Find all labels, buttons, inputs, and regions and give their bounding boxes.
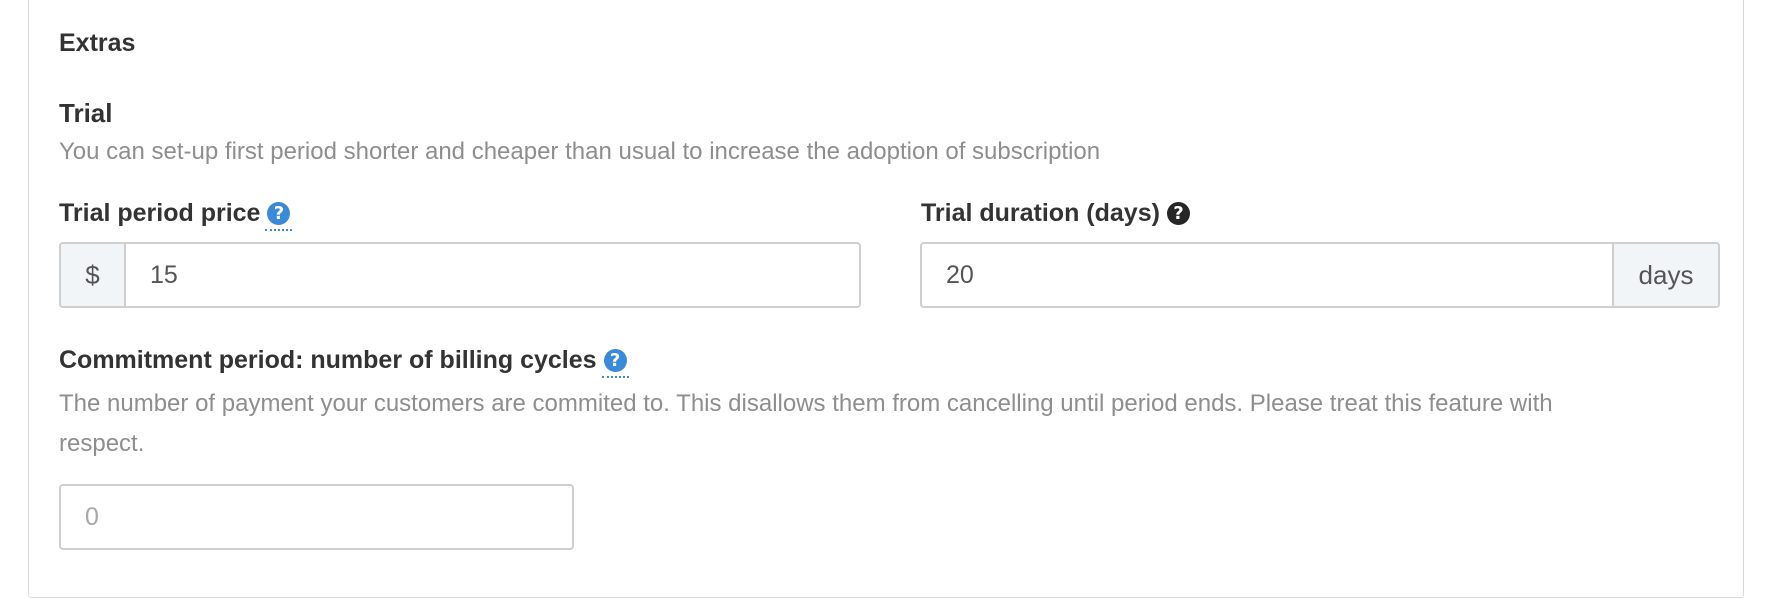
commitment-description-line1: The number of payment your customers are…	[59, 390, 1553, 417]
trial-duration-label-text: Trial duration (days)	[921, 199, 1160, 227]
days-addon: days	[1612, 244, 1718, 306]
commitment-label-text: Commitment period: number of billing cyc…	[59, 346, 597, 374]
currency-addon: $	[61, 244, 126, 306]
trial-price-label: Trial period price ?	[59, 196, 293, 231]
trial-description: You can set-up first period shorter and …	[59, 138, 1101, 165]
trial-title: Trial	[59, 98, 113, 128]
commitment-cycles-input[interactable]	[61, 486, 572, 548]
question-circle-icon[interactable]: ?	[265, 201, 293, 231]
trial-price-label-text: Trial period price	[59, 199, 261, 227]
commitment-description-line2: respect.	[59, 430, 145, 457]
commitment-label: Commitment period: number of billing cyc…	[59, 343, 629, 378]
trial-duration-label: Trial duration (days) ?	[921, 196, 1190, 230]
section-title: Extras	[59, 29, 136, 57]
commitment-input-group	[59, 484, 574, 550]
trial-price-input[interactable]	[126, 244, 859, 306]
question-circle-icon[interactable]: ?	[1166, 201, 1190, 225]
question-circle-icon[interactable]: ?	[601, 348, 629, 378]
trial-duration-input-group: days	[920, 242, 1720, 308]
trial-price-input-group: $	[59, 242, 861, 308]
trial-duration-input[interactable]	[922, 244, 1612, 306]
commitment-description: The number of payment your customers are…	[59, 384, 1553, 464]
